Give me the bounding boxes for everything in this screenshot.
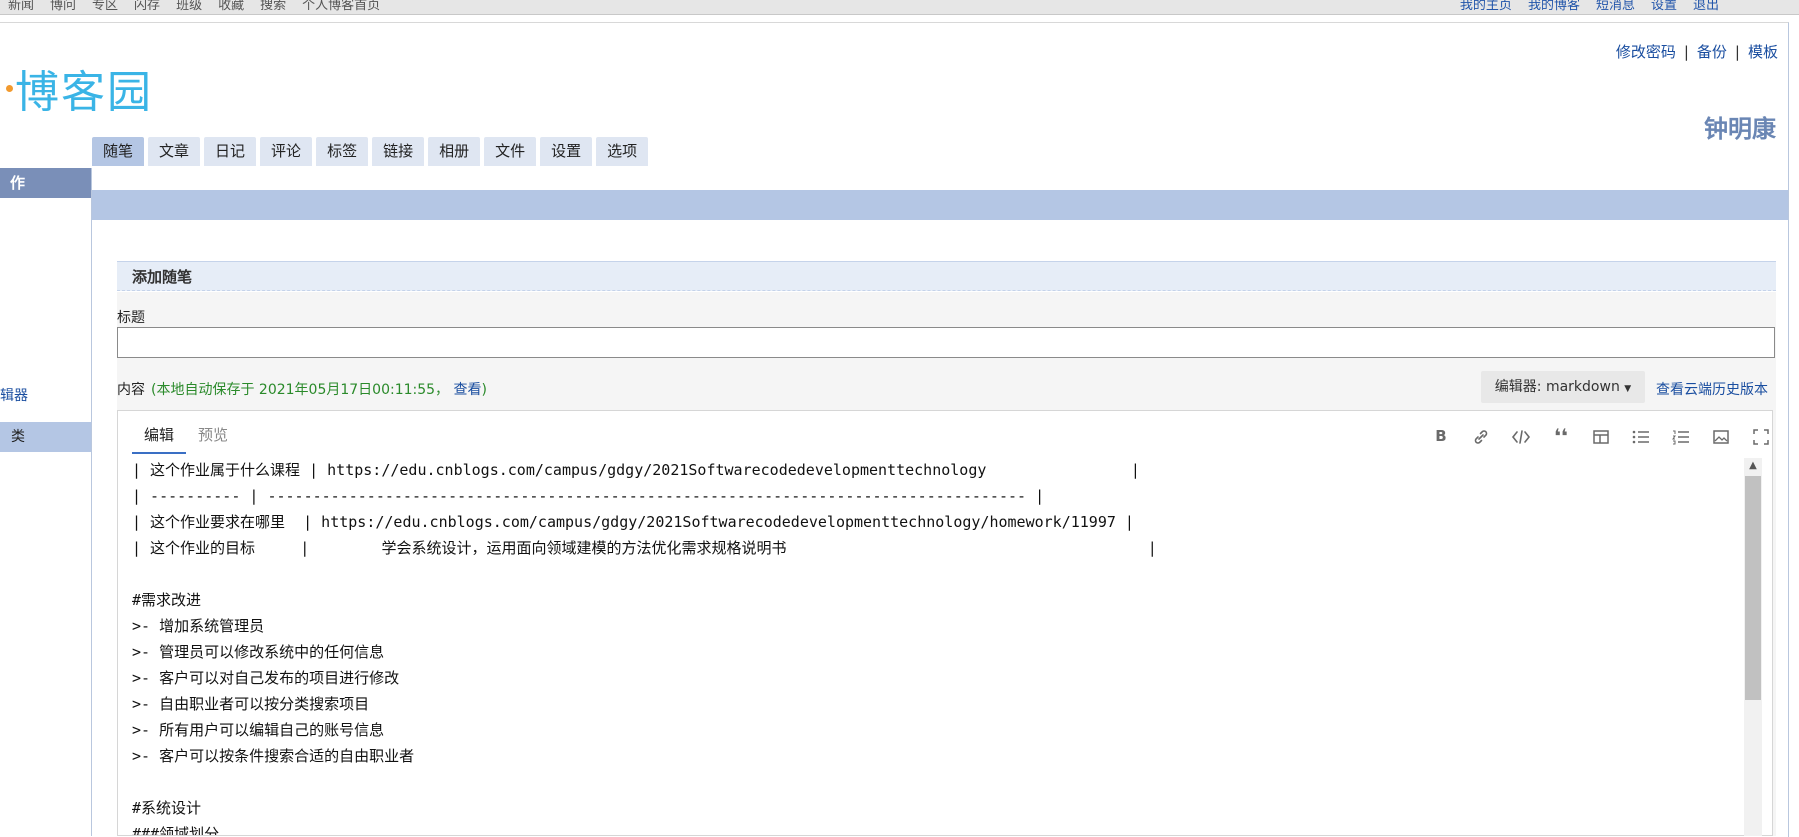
markdown-textarea[interactable]: | 这个作业属于什么课程 | https://edu.cnblogs.com/c… [132, 457, 1756, 835]
tab-7[interactable]: 文件 [484, 137, 537, 166]
section-title: 添加随笔 [117, 261, 1776, 291]
autosave-suffix: ) [481, 382, 487, 398]
fullscreen-icon[interactable] [1741, 425, 1781, 447]
topbar-link[interactable]: 个人博客首页 [302, 0, 380, 13]
backup-link[interactable]: 备份 [1697, 43, 1727, 61]
content-label-row: 内容 (本地自动保存于 2021年05月17日00:11:55， 查看) [117, 379, 487, 399]
editor-line: >- 管理员可以修改系统中的任何信息 [132, 643, 385, 661]
table-icon[interactable] [1581, 425, 1621, 447]
editor-line: >- 所有用户可以编辑自己的账号信息 [132, 721, 385, 739]
title-label: 标题 [117, 310, 145, 326]
editor-scrollbar[interactable]: ▲ [1744, 458, 1762, 836]
sidebar-item-category[interactable]: 类 [0, 422, 91, 452]
editor-line: | 这个作业属于什么课程 | https://edu.cnblogs.com/c… [132, 461, 1140, 479]
global-topbar: 新闻 博问 专区 闪存 班级 收藏 搜索 个人博客首页 我的主页 我的博客 短消息 设置 退出 [0, 0, 1799, 15]
editor-select-label: 编辑器: markdown [1494, 379, 1620, 395]
topbar-link[interactable]: 收藏 [218, 0, 244, 13]
editor-toolbar: B ❛❛ [1421, 425, 1781, 447]
image-icon[interactable] [1701, 425, 1741, 447]
cloud-history-link[interactable]: 查看云端历史版本 [1656, 379, 1768, 399]
autosave-text: (本地自动保存于 2021年05月17日00:11:55， [151, 382, 450, 398]
tab-9[interactable]: 选项 [596, 137, 649, 166]
topbar-link[interactable]: 短消息 [1596, 0, 1635, 13]
editor-select-dropdown[interactable]: 编辑器: markdown ▼ [1481, 371, 1645, 403]
topbar-right-links: 我的主页 我的博客 短消息 设置 退出 [1452, 0, 1727, 13]
numbered-list-icon[interactable] [1661, 425, 1701, 447]
tab-3[interactable]: 评论 [260, 137, 313, 166]
topbar-link[interactable]: 我的博客 [1528, 0, 1580, 13]
tab-0[interactable]: 随笔 [92, 137, 145, 166]
admin-tabs: 随笔 文章 日记 评论 标签 链接 相册 文件 设置 选项 [92, 137, 652, 167]
autosave-status: (本地自动保存于 2021年05月17日00:11:55， 查看) [151, 382, 487, 398]
quote-icon[interactable]: ❛❛ [1541, 425, 1581, 447]
tab-edit[interactable]: 编辑 [132, 419, 187, 454]
autosave-view-link[interactable]: 查看 [454, 382, 482, 398]
separator: | [1734, 43, 1740, 61]
editor-line: >- 增加系统管理员 [132, 617, 265, 635]
scroll-thumb[interactable] [1745, 476, 1761, 700]
editor-line: ###领域划分 [132, 825, 220, 835]
sidebar-link-editor[interactable]: 辑器 [0, 385, 28, 405]
sub-nav-strip [92, 190, 1788, 220]
editor-line: >- 客户可以对自己发布的项目进行修改 [132, 669, 400, 687]
scroll-up-icon[interactable]: ▲ [1744, 458, 1762, 474]
editor-line: >- 自由职业者可以按分类搜索项目 [132, 695, 370, 713]
link-icon[interactable] [1461, 425, 1501, 447]
editor-line: >- 客户可以按条件搜索合适的自由职业者 [132, 747, 415, 765]
markdown-editor: 编辑 预览 B ❛❛ | 这个作业属于什么课程 | https://edu.cn… [117, 410, 1773, 836]
topbar-link[interactable]: 搜索 [260, 0, 286, 13]
cnblogs-logo[interactable]: 博客园 [6, 63, 153, 118]
tab-6[interactable]: 相册 [428, 137, 481, 166]
logo-dot-icon [6, 84, 13, 92]
sidebar: 作 辑器 类 [0, 168, 92, 836]
header-links: 修改密码 | 备份 | 模板 [1616, 41, 1778, 62]
tab-5[interactable]: 链接 [372, 137, 425, 166]
tab-4[interactable]: 标签 [316, 137, 369, 166]
separator: | [1683, 43, 1689, 61]
editor-line: #需求改进 [132, 591, 202, 609]
topbar-link[interactable]: 闪存 [134, 0, 160, 13]
topbar-link[interactable]: 博问 [50, 0, 76, 13]
tab-2[interactable]: 日记 [204, 137, 257, 166]
topbar-link[interactable]: 专区 [92, 0, 118, 13]
tab-1[interactable]: 文章 [148, 137, 201, 166]
editor-line: #系统设计 [132, 799, 202, 817]
content-label: 内容 [117, 382, 145, 398]
topbar-link[interactable]: 设置 [1651, 0, 1677, 13]
editor-tabs: 编辑 预览 [132, 419, 240, 454]
tab-8[interactable]: 设置 [540, 137, 593, 166]
template-link[interactable]: 模板 [1748, 43, 1778, 61]
change-password-link[interactable]: 修改密码 [1616, 43, 1676, 61]
sidebar-heading: 作 [0, 168, 91, 198]
code-icon[interactable] [1501, 425, 1541, 447]
tab-preview[interactable]: 预览 [186, 419, 240, 452]
editor-line: | ---------- | -------------------------… [132, 487, 1045, 505]
editor-line: | 这个作业要求在哪里 | https://edu.cnblogs.com/ca… [132, 513, 1134, 531]
caret-down-icon: ▼ [1624, 384, 1632, 394]
bold-icon[interactable]: B [1421, 425, 1461, 447]
topbar-link[interactable]: 退出 [1693, 0, 1719, 13]
bullet-list-icon[interactable] [1621, 425, 1661, 447]
topbar-link[interactable]: 班级 [176, 0, 202, 13]
topbar-link[interactable]: 新闻 [8, 0, 34, 13]
topbar-left-links: 新闻 博问 专区 闪存 班级 收藏 搜索 个人博客首页 [0, 0, 388, 13]
title-input[interactable] [117, 327, 1775, 358]
username: 钟明康 [1704, 115, 1776, 143]
topbar-link[interactable]: 我的主页 [1460, 0, 1512, 13]
editor-line: | 这个作业的目标 | 学会系统设计，运用面向领域建模的方法优化需求规格说明书 … [132, 539, 1157, 557]
logo-text: 博客园 [15, 67, 153, 118]
